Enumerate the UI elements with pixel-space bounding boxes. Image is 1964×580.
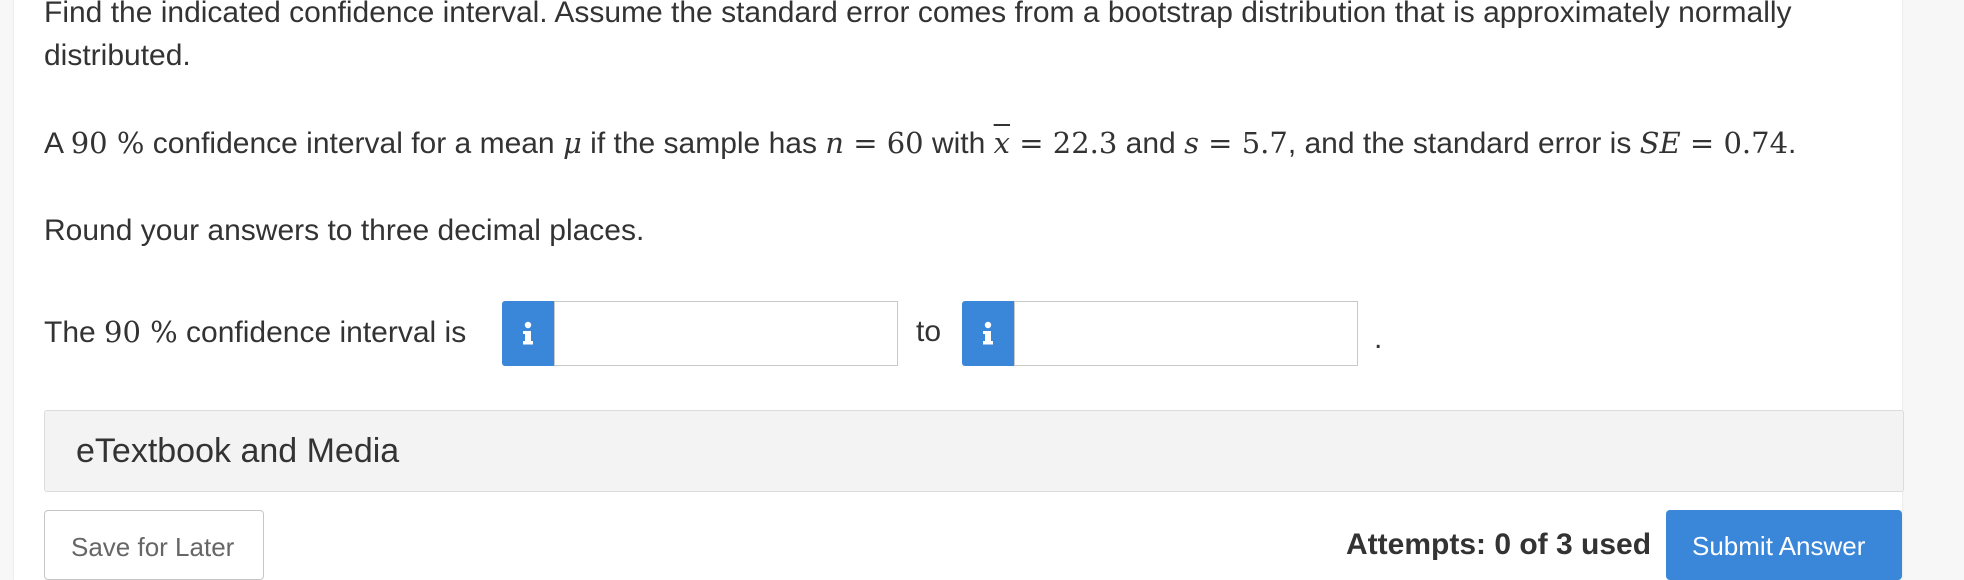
problem-text: if the sample has [581,127,826,160]
s-value: = 5.7 [1198,126,1288,160]
mean-symbol: μ [562,126,582,160]
info-icon [523,321,533,344]
submit-answer-label: Submit Answer [1692,531,1866,561]
se-value: = 0.74 [1680,126,1789,160]
etextbook-media-panel[interactable]: eTextbook and Media [44,410,1904,492]
answer-prompt-text: The [44,316,105,349]
save-for-later-button[interactable]: Save for Later [44,510,264,580]
problem-text: . [1788,127,1797,160]
n-value: = 60 [843,126,924,160]
lower-bound-input[interactable] [554,301,898,366]
problem-text: A [44,127,71,160]
problem-text: , and the standard error is [1287,127,1640,160]
info-button-lower[interactable] [502,301,554,366]
info-button-upper[interactable] [962,301,1014,366]
n-symbol: n [825,126,844,160]
sentence-period: . [1374,322,1383,355]
rounding-instruction: Round your answers to three decimal plac… [44,214,645,247]
answer-prompt-text: confidence interval is [177,316,467,349]
info-icon [983,321,993,344]
s-symbol: s [1184,126,1199,160]
xbar-symbol: x [993,126,1011,160]
problem-text: confidence interval for a mean [144,127,563,160]
problem-text: and [1117,127,1185,160]
problem-statement: A 90 % confidence interval for a mean μ … [44,122,1796,165]
answer-confidence-level: 90 % [104,315,178,349]
etextbook-media-label: eTextbook and Media [76,432,400,470]
instruction-text: Find the indicated confidence interval. … [44,0,1792,29]
instruction-text-continued: distributed. [44,39,191,72]
save-for-later-label: Save for Later [71,532,235,562]
submit-answer-button[interactable]: Submit Answer [1666,510,1902,580]
confidence-level: 90 % [70,126,145,160]
se-symbol: SE [1639,126,1681,160]
xbar-value: = 22.3 [1010,126,1118,160]
answer-prompt: The 90 % confidence interval is [44,311,466,354]
upper-bound-input[interactable] [1014,301,1358,366]
attempts-counter: Attempts: 0 of 3 used [1346,528,1652,561]
to-label: to [916,315,942,348]
question-panel [14,0,1902,580]
problem-text: with [923,127,994,160]
